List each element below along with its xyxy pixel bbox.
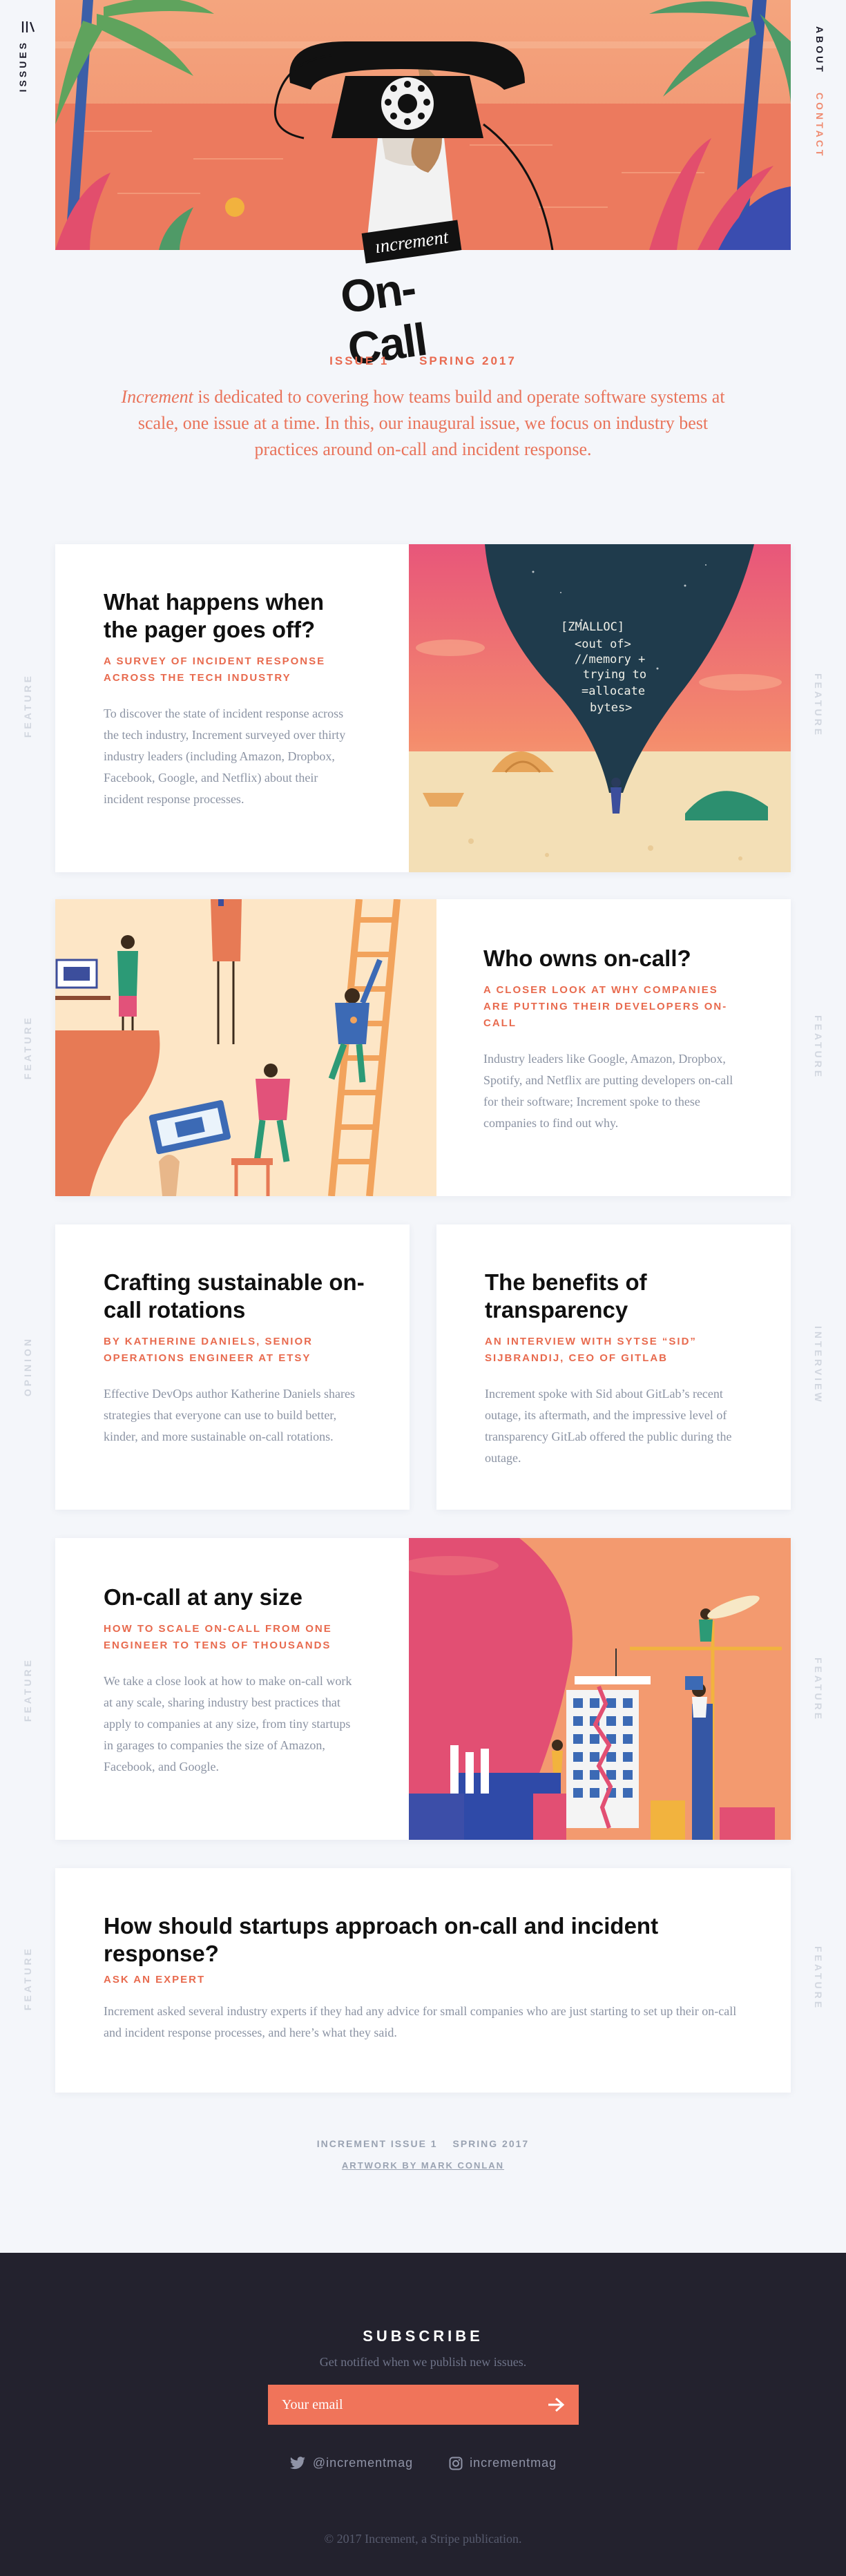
- hero-illustration: [55, 0, 791, 250]
- intro-paragraph: Increment is dedicated to covering how t…: [110, 384, 736, 463]
- art-code-line: [ZMALLOC]: [561, 620, 624, 634]
- article-card-transparency[interactable]: The benefits of transparency AN INTERVIE…: [436, 1224, 791, 1510]
- who-owns-art: [55, 899, 436, 1196]
- on-call-logo: ıncrement On-Call: [337, 220, 468, 375]
- category-label: FEATURE: [22, 673, 33, 738]
- article-illustration: [55, 899, 436, 1196]
- art-code-line: =allocate: [581, 684, 645, 698]
- art-code-line: bytes>: [590, 701, 632, 715]
- twitter-link[interactable]: @incrementmag: [289, 2456, 413, 2470]
- right-nav: ABOUT CONTACT: [814, 26, 825, 158]
- category-label: FEATURE: [22, 1015, 33, 1080]
- hero-art: [55, 0, 791, 250]
- pager-art: [ZMALLOC] <out of> //memory + trying to …: [409, 544, 791, 872]
- issues-nav[interactable]: ISSUES: [17, 19, 38, 92]
- article-illustration: [409, 1538, 791, 1840]
- article-title[interactable]: Crafting sustainable on-call rotations: [104, 1269, 366, 1324]
- about-link[interactable]: ABOUT: [814, 26, 825, 75]
- instagram-link[interactable]: incrementmag: [449, 2456, 557, 2470]
- any-size-art: [409, 1538, 791, 1840]
- art-code-line: trying to: [583, 668, 646, 682]
- article-card-pager[interactable]: What happens when the pager goes off? A …: [55, 544, 791, 872]
- twitter-icon: [289, 2456, 305, 2469]
- article-card-any-size[interactable]: On-call at any size HOW TO SCALE ON-CALL…: [55, 1538, 791, 1840]
- category-label: FEATURE: [22, 1657, 33, 1722]
- category-label: FEATURE: [813, 1015, 824, 1080]
- email-input[interactable]: [282, 2396, 530, 2413]
- artwork-credit-link[interactable]: ARTWORK BY MARK CONLAN: [342, 2160, 504, 2171]
- article-illustration: [ZMALLOC] <out of> //memory + trying to …: [409, 544, 791, 872]
- article-summary: To discover the state of incident respon…: [104, 707, 346, 806]
- site-footer: SUBSCRIBE Get notified when we publish n…: [0, 2253, 846, 2576]
- category-label: FEATURE: [813, 1657, 824, 1722]
- article-card-rotations[interactable]: Crafting sustainable on-call rotations B…: [55, 1224, 410, 1510]
- subscribe-description: Get notified when we publish new issues.: [319, 2355, 527, 2369]
- article-kicker: A SURVEY OF INCIDENT RESPONSE ACROSS THE…: [104, 655, 326, 684]
- article-kicker: BY KATHERINE DANIELS, SENIOR OPERATIONS …: [104, 1336, 313, 1364]
- art-code-line: //memory +: [575, 653, 645, 666]
- intro-brand: Increment: [121, 387, 193, 407]
- issue-number: ISSUE 1: [329, 354, 390, 367]
- category-label: INTERVIEW: [813, 1326, 824, 1405]
- article-summary: Effective DevOps author Katherine Daniel…: [104, 1387, 356, 1443]
- arrow-right-icon[interactable]: [547, 2397, 565, 2412]
- art-code-line: <out of>: [575, 637, 631, 651]
- intro-text: is dedicated to covering how teams build…: [137, 387, 725, 459]
- article-title[interactable]: The benefits of transparency: [485, 1269, 747, 1324]
- article-kicker: A CLOSER LOOK AT WHY COMPANIES ARE PUTTI…: [483, 984, 728, 1029]
- issues-icon[interactable]: [20, 19, 35, 35]
- article-kicker: HOW TO SCALE ON-CALL FROM ONE ENGINEER T…: [104, 1623, 332, 1651]
- article-title[interactable]: Who owns on-call?: [483, 945, 739, 972]
- issue-season: SPRING 2017: [419, 354, 517, 367]
- instagram-handle[interactable]: incrementmag: [470, 2456, 557, 2470]
- article-kicker: ASK AN EXPERT: [104, 1974, 206, 1986]
- issue-footer: INCREMENT ISSUE 1 SPRING 2017: [0, 2138, 846, 2149]
- issues-link[interactable]: ISSUES: [17, 40, 28, 92]
- issue-footer-season: SPRING 2017: [452, 2138, 530, 2149]
- category-label: FEATURE: [813, 1946, 824, 2011]
- category-label: FEATURE: [22, 1946, 33, 2011]
- article-summary: Increment asked several industry experts…: [104, 2004, 737, 2039]
- article-kicker: AN INTERVIEW WITH SYTSE “SID” SIJBRANDIJ…: [485, 1336, 697, 1364]
- article-title[interactable]: How should startups approach on-call and…: [104, 1912, 753, 1968]
- article-summary: Increment spoke with Sid about GitLab’s …: [485, 1387, 732, 1465]
- social-links: @incrementmag incrementmag: [0, 2456, 846, 2470]
- contact-link[interactable]: CONTACT: [814, 93, 825, 158]
- artwork-credit[interactable]: ARTWORK BY MARK CONLAN: [0, 2160, 846, 2171]
- category-label: FEATURE: [813, 673, 824, 738]
- category-label: OPINION: [22, 1336, 33, 1397]
- issue-footer-number: INCREMENT ISSUE 1: [316, 2138, 438, 2149]
- article-card-who-owns[interactable]: Who owns on-call? A CLOSER LOOK AT WHY C…: [55, 899, 791, 1196]
- article-card-startups[interactable]: How should startups approach on-call and…: [55, 1868, 791, 2093]
- subscribe-title: SUBSCRIBE: [363, 2327, 483, 2345]
- subscribe-form: [268, 2385, 579, 2425]
- copyright: © 2017 Increment, a Stripe publication.: [324, 2532, 522, 2546]
- instagram-icon: [449, 2457, 463, 2470]
- article-title[interactable]: On-call at any size: [104, 1584, 359, 1611]
- article-summary: We take a close look at how to make on-c…: [104, 1674, 352, 1774]
- twitter-handle[interactable]: @incrementmag: [313, 2456, 413, 2470]
- article-summary: Industry leaders like Google, Amazon, Dr…: [483, 1052, 733, 1130]
- issue-info: ISSUE 1 SPRING 2017: [0, 354, 846, 368]
- article-title[interactable]: What happens when the pager goes off?: [104, 588, 352, 644]
